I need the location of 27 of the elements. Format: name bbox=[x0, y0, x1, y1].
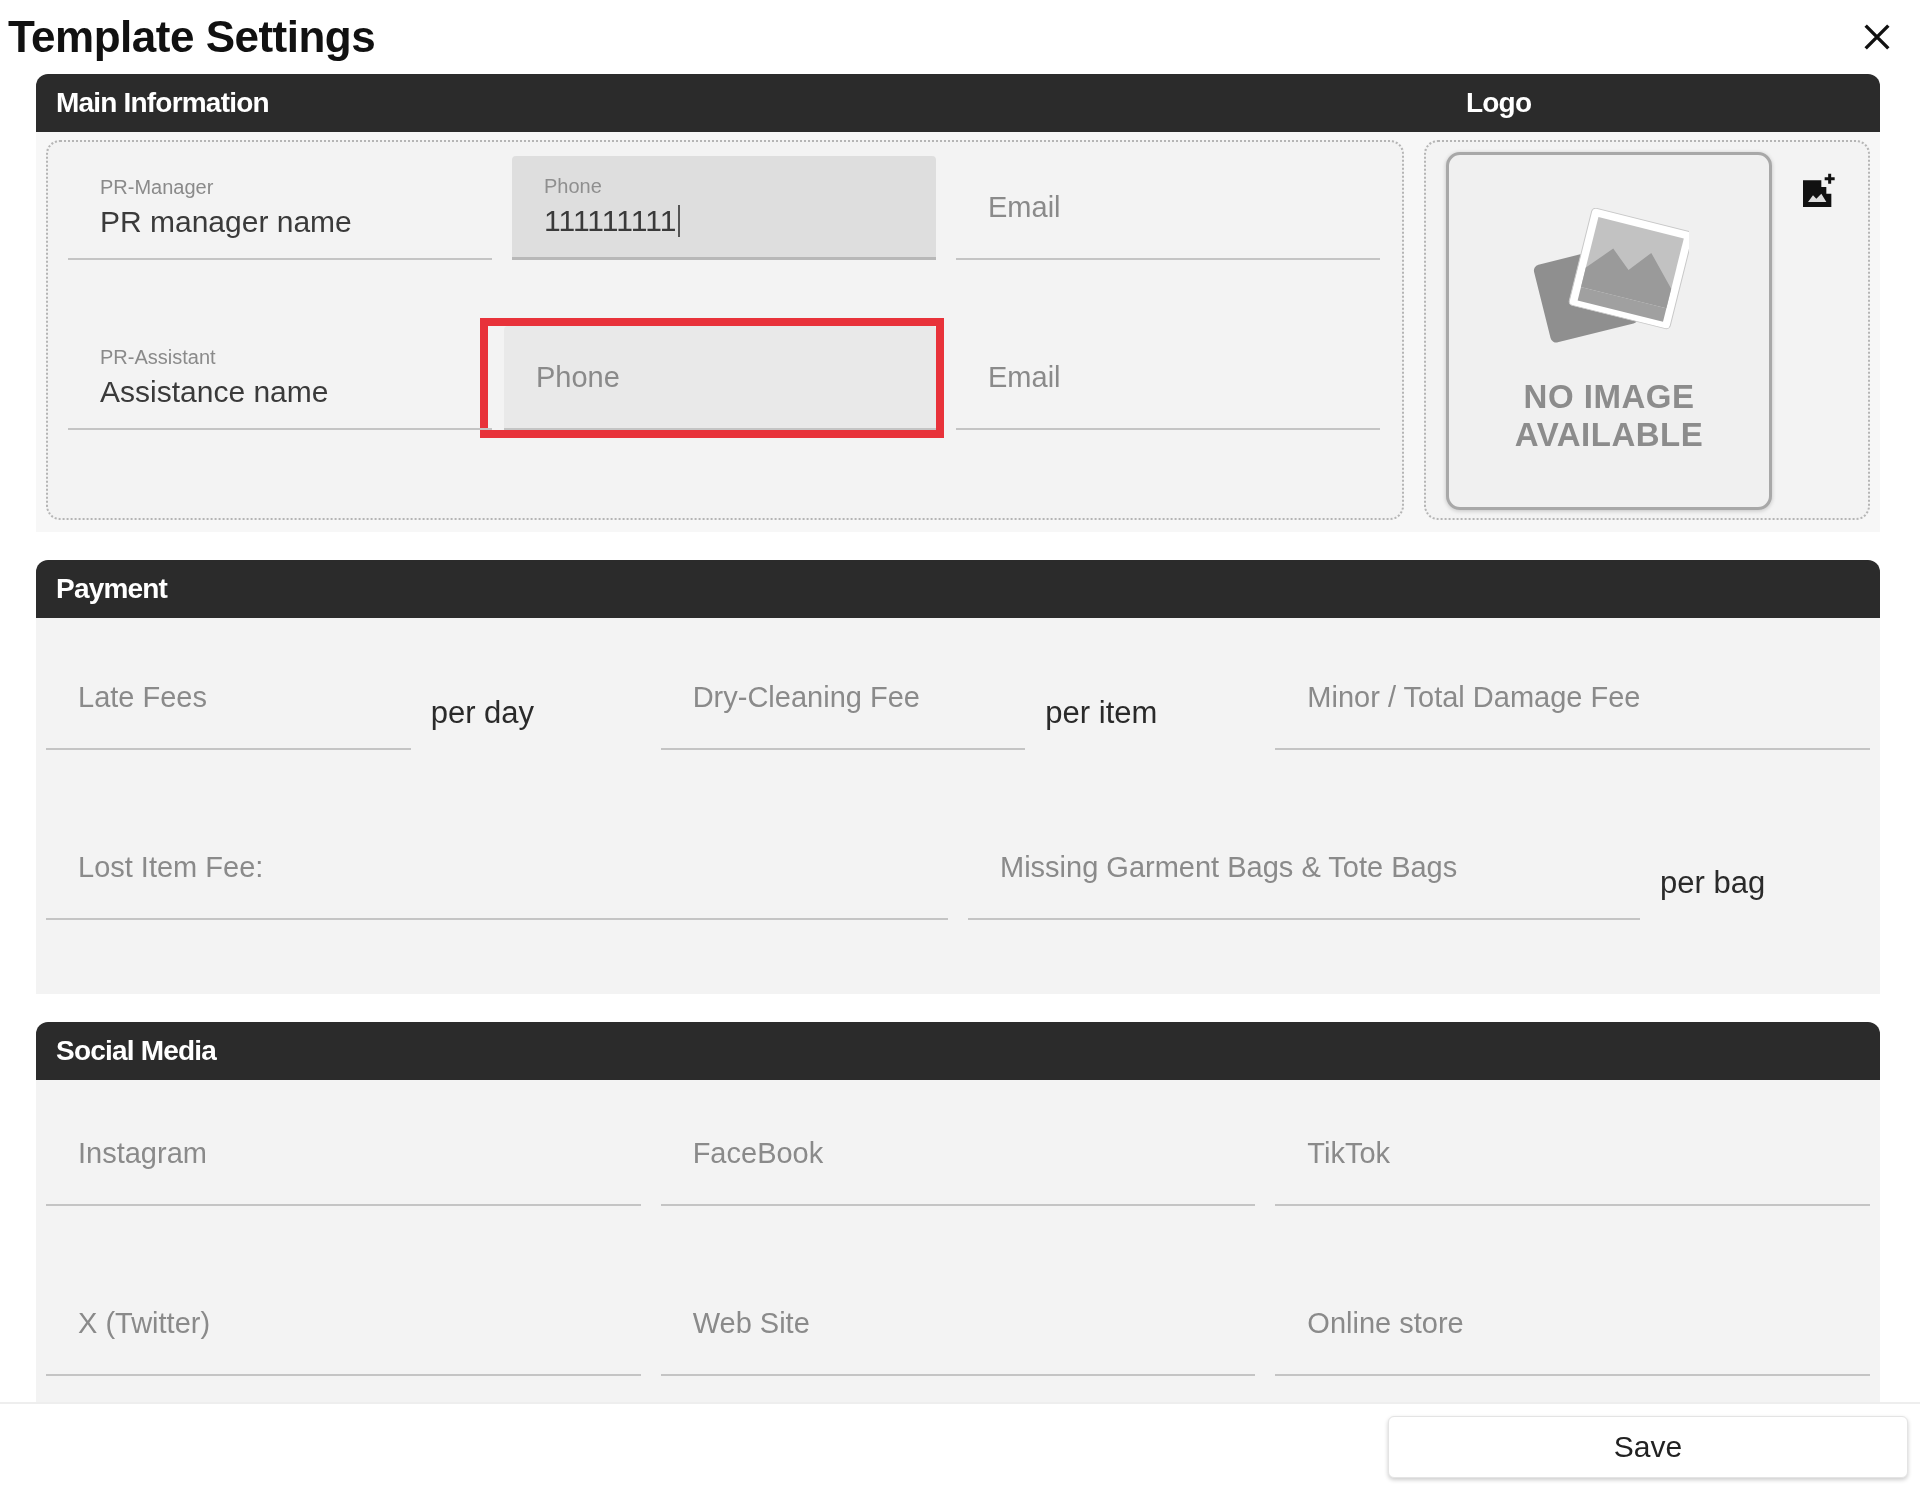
text-field[interactable]: Missing Garment Bags & Tote Bags bbox=[968, 816, 1640, 921]
section-title: Payment bbox=[56, 573, 168, 606]
text-field[interactable]: Phone bbox=[504, 326, 936, 431]
text-field[interactable]: Phone 111111111 bbox=[512, 156, 936, 261]
text-field[interactable]: FaceBook bbox=[660, 1102, 1256, 1207]
text-field[interactable]: PR-Assistant Assistance name bbox=[68, 326, 492, 431]
text-field[interactable]: Dry-Cleaning Fee bbox=[660, 646, 1026, 751]
text-field[interactable]: Email bbox=[956, 156, 1380, 261]
text-field[interactable]: Online store bbox=[1275, 1272, 1870, 1377]
no-image-text: NO IMAGE AVAILABLE bbox=[1513, 378, 1705, 455]
text-field[interactable]: Email bbox=[956, 326, 1380, 431]
dialog-title: Template Settings bbox=[8, 12, 376, 63]
text-field[interactable]: Late Fees bbox=[46, 646, 411, 751]
text-field[interactable]: X (Twitter) bbox=[46, 1272, 641, 1377]
unit-label: per bag bbox=[1659, 865, 1767, 902]
section-title: Logo bbox=[1466, 87, 1532, 120]
text-field[interactable]: Web Site bbox=[660, 1272, 1256, 1377]
section-title: Main Information bbox=[56, 87, 270, 120]
text-field[interactable]: TikTok bbox=[1275, 1102, 1870, 1207]
text-field[interactable]: PR-Manager PR manager name bbox=[68, 156, 492, 261]
unit-label: per day bbox=[429, 695, 536, 732]
text-field[interactable]: Minor / Total Damage Fee bbox=[1275, 646, 1870, 751]
text-field[interactable]: Instagram bbox=[46, 1102, 641, 1207]
unit-label: per item bbox=[1044, 695, 1159, 732]
text-field[interactable]: Lost Item Fee: bbox=[46, 816, 948, 921]
save-button[interactable]: Save bbox=[1388, 1416, 1908, 1479]
section-title: Social Media bbox=[56, 1035, 216, 1068]
